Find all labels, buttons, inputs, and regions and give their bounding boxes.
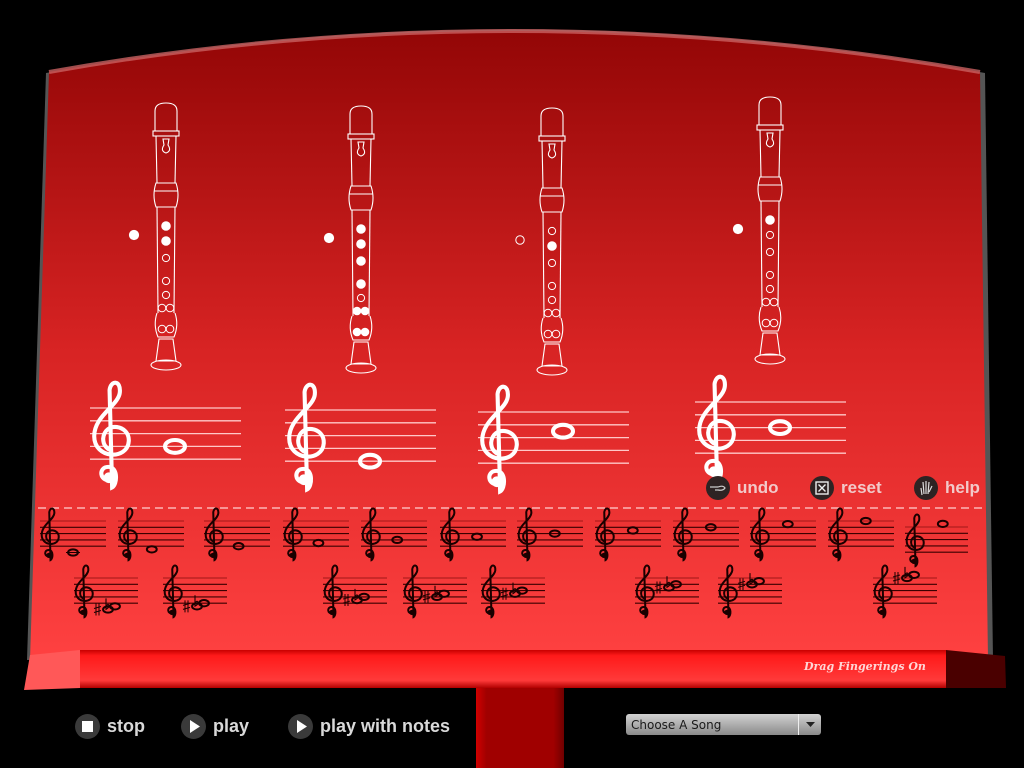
help-label: help (945, 478, 980, 497)
help-button[interactable]: help (914, 476, 980, 500)
finger-hole-1[interactable] (765, 215, 775, 225)
treble-clef-icon-dot (724, 609, 730, 615)
stop-icon (75, 714, 100, 739)
chevron-down-icon (798, 714, 821, 735)
treble-clef-icon-dot (523, 552, 529, 558)
treble-clef-icon-dot (46, 552, 52, 558)
song-select-value: Choose A Song (631, 717, 722, 732)
play-icon (288, 714, 313, 739)
undo-button[interactable]: undo (706, 476, 779, 500)
play-icon (181, 714, 206, 739)
thumb-hole[interactable] (128, 229, 140, 241)
treble-clef-icon-dot (329, 609, 335, 615)
music-stand-app (24, 29, 1006, 768)
treble-clef-icon-dot (298, 474, 310, 486)
treble-clef-icon-dot (367, 552, 373, 558)
stand-post (476, 688, 564, 768)
play-with-notes-label: play with notes (320, 716, 451, 736)
finger-hole-7a[interactable] (352, 327, 362, 337)
treble-clef-icon-dot (446, 552, 452, 558)
treble-clef-icon-dot (834, 552, 840, 558)
finger-hole-7b[interactable] (360, 327, 370, 337)
stop-label: stop (107, 716, 145, 736)
finger-hole-6b[interactable] (360, 306, 370, 316)
stop-button[interactable]: stop (75, 714, 145, 739)
thumb-hole[interactable] (323, 232, 335, 244)
play-with-notes-button[interactable]: play with notes (288, 714, 450, 739)
x-box-icon (810, 476, 834, 500)
finger-hole-6a[interactable] (352, 306, 362, 316)
treble-clef-icon-dot (641, 609, 647, 615)
finger-hole-2[interactable] (356, 239, 366, 249)
treble-clef-icon-dot (756, 552, 762, 558)
ledge-left-end (24, 650, 80, 690)
reset-label: reset (841, 478, 882, 497)
treble-clef-icon-dot (289, 552, 295, 558)
reset-button[interactable]: reset (810, 476, 882, 500)
song-select-dropdown[interactable]: Choose A Song (626, 714, 821, 735)
play-label: play (213, 716, 250, 736)
finger-hole-1[interactable] (161, 221, 171, 231)
drag-fingerings-toggle[interactable]: Drag Fingerings On (804, 660, 926, 673)
treble-clef-icon-dot (169, 609, 175, 615)
undo-label: undo (737, 478, 779, 497)
treble-clef-icon-dot (879, 609, 885, 615)
pointing-hand-icon (706, 476, 730, 500)
treble-clef-icon-dot (103, 472, 115, 484)
treble-clef-icon-dot (210, 552, 216, 558)
treble-clef-icon-dot (80, 609, 86, 615)
treble-clef-icon-dot (679, 552, 685, 558)
thumb-hole[interactable] (732, 223, 744, 235)
play-button[interactable]: play (181, 714, 249, 739)
treble-clef-icon-dot (487, 609, 493, 615)
ledge-right-end (946, 650, 1006, 688)
treble-clef-icon-dot (124, 552, 130, 558)
finger-hole-3[interactable] (356, 256, 366, 266)
treble-clef-icon-dot (491, 476, 503, 488)
finger-hole-4[interactable] (356, 279, 366, 289)
treble-clef-icon-dot (409, 609, 415, 615)
open-hand-icon (914, 476, 938, 500)
finger-hole-2[interactable] (161, 236, 171, 246)
finger-hole-1[interactable] (356, 224, 366, 234)
treble-clef-icon-dot (911, 558, 917, 564)
finger-hole-2[interactable] (547, 241, 557, 251)
treble-clef-icon-dot (601, 552, 607, 558)
